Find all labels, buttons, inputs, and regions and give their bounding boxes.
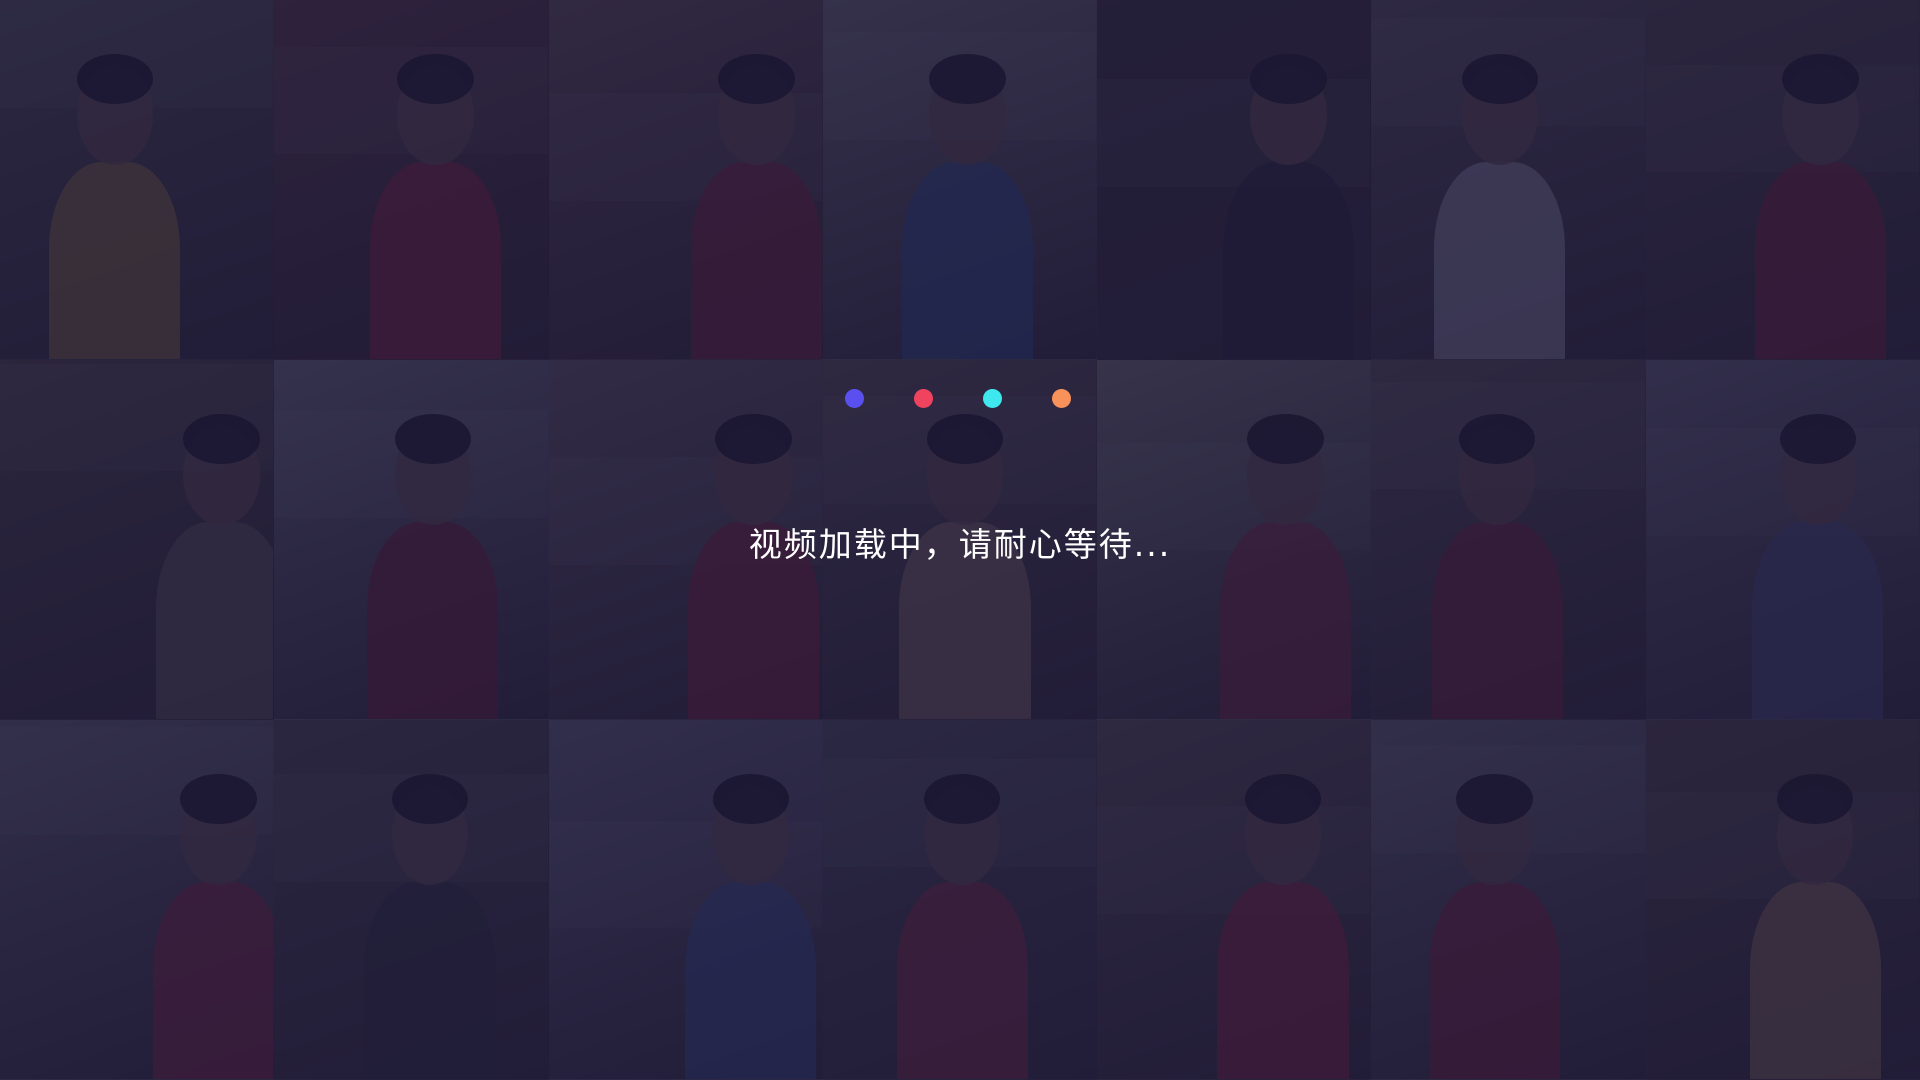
video-loading-screen: 视频加载中，请耐心等待... [0,0,1920,1080]
dot-blue [845,389,864,408]
dot-red [914,389,933,408]
dot-orange [1052,389,1071,408]
loading-dots [845,389,1075,409]
dot-cyan [983,389,1002,408]
loading-indicator: 视频加载中，请耐心等待... [0,0,1920,1080]
loading-message: 视频加载中，请耐心等待... [748,525,1172,564]
